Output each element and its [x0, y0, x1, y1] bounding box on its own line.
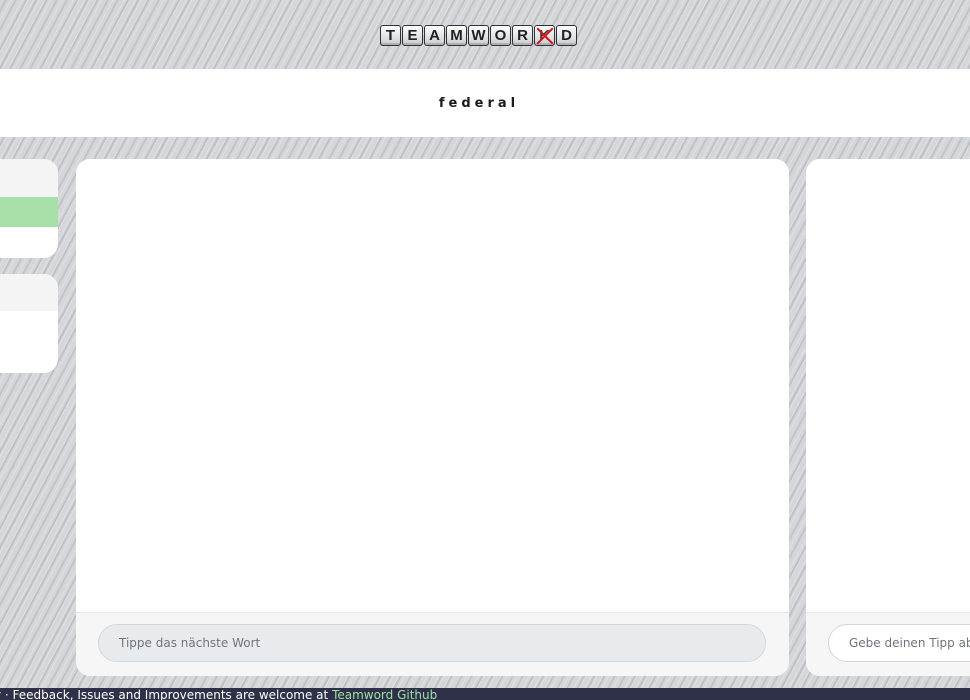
guess-area — [806, 159, 970, 613]
players-card-header — [0, 159, 58, 197]
footer-text: y · Feedback, Issues and Improvements ar… — [0, 688, 333, 700]
logo-tile-o: O — [490, 25, 511, 46]
logo-tile-t: T — [380, 25, 401, 46]
logo-tile-e: E — [402, 25, 423, 46]
logo-tile-w: W — [468, 25, 489, 46]
logo-tile-d: D — [556, 25, 577, 46]
footer: y · Feedback, Issues and Improvements ar… — [0, 688, 970, 700]
story-area — [76, 159, 789, 613]
logo-tile-k-struck: K — [534, 25, 555, 46]
info-card — [0, 274, 58, 373]
players-card — [0, 159, 58, 258]
guess-input-bar: Gebe deinen Tipp ab — [806, 612, 970, 676]
word-input-bar: Tippe das nächste Wort — [76, 612, 789, 676]
guess-input[interactable]: Gebe deinen Tipp ab — [828, 624, 970, 662]
logo-tile-a: A — [424, 25, 445, 46]
info-card-header — [0, 274, 58, 311]
player-row-active[interactable] — [0, 197, 58, 227]
logo-tile-m: M — [446, 25, 467, 46]
github-link[interactable]: Teamword Github — [332, 688, 437, 700]
teamword-logo: T E A M W O R K D — [380, 25, 577, 46]
story-card: Tippe das nächste Wort — [76, 159, 789, 676]
current-word: federal — [438, 95, 520, 111]
current-word-banner: federal — [0, 69, 970, 137]
logo-tile-r: R — [512, 25, 533, 46]
guess-card: Gebe deinen Tipp ab — [806, 159, 970, 676]
next-word-input[interactable]: Tippe das nächste Wort — [98, 624, 766, 662]
